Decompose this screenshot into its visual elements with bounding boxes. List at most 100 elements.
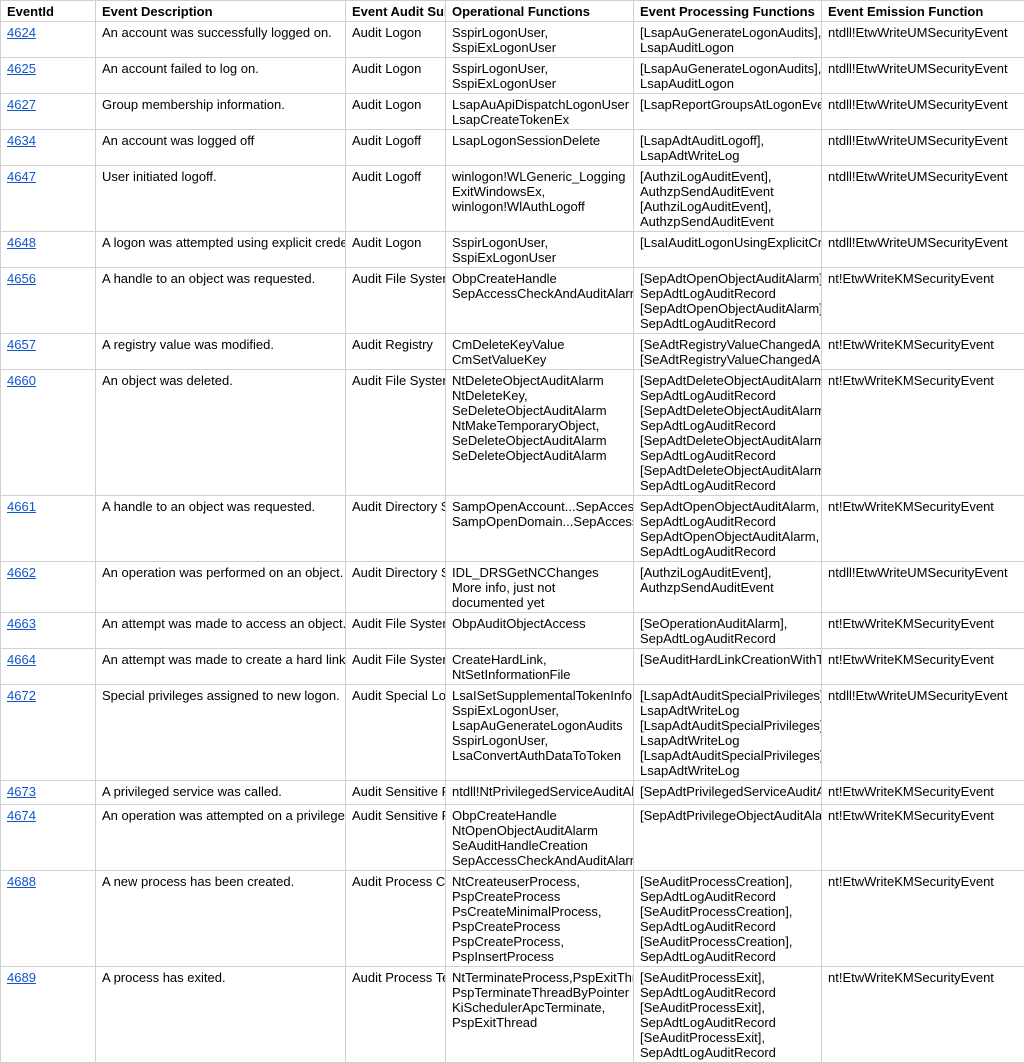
table-row: 4648 A logon was attempted using explicit… [1, 232, 1024, 268]
cell-subcategory: Audit Sensitive Privilege Use [346, 805, 446, 871]
eventid-link[interactable]: 4664 [7, 652, 36, 667]
cell-emission: ntdll!EtwWriteUMSecurityEvent [822, 22, 1024, 58]
cell-operational: ObpCreateHandle SepAccessCheckAndAuditAl… [446, 268, 634, 334]
cell-operational: winlogon!WLGeneric_Logging ExitWindowsEx… [446, 166, 634, 232]
cell-description: Group membership information. [96, 94, 346, 130]
cell-description: An object was deleted. [96, 370, 346, 496]
cell-operational: NtDeleteObjectAuditAlarm NtDeleteKey, Se… [446, 370, 634, 496]
cell-eventid: 4648 [1, 232, 96, 268]
eventid-link[interactable]: 4688 [7, 874, 36, 889]
cell-eventid: 4689 [1, 967, 96, 1063]
cell-subcategory: Audit File System [346, 649, 446, 685]
cell-description: A handle to an object was requested. [96, 496, 346, 562]
cell-emission: ntdll!EtwWriteUMSecurityEvent [822, 166, 1024, 232]
table-row: 4656 A handle to an object was requested.… [1, 268, 1024, 334]
eventid-link[interactable]: 4648 [7, 235, 36, 250]
cell-description: User initiated logoff. [96, 166, 346, 232]
cell-eventid: 4662 [1, 562, 96, 613]
cell-operational: IDL_DRSGetNCChanges More info, just not … [446, 562, 634, 613]
cell-subcategory: Audit Directory Service [346, 562, 446, 613]
cell-emission: ntdll!EtwWriteUMSecurityEvent [822, 58, 1024, 94]
cell-processing: [LsapAdtAuditSpecialPrivileges], LsapAdt… [634, 685, 822, 781]
cell-emission: ntdll!EtwWriteUMSecurityEvent [822, 685, 1024, 781]
cell-emission: ntdll!EtwWriteUMSecurityEvent [822, 130, 1024, 166]
cell-emission: nt!EtwWriteKMSecurityEvent [822, 967, 1024, 1063]
cell-processing: [SeAdtRegistryValueChangedAuditAlarm] [S… [634, 334, 822, 370]
cell-emission: nt!EtwWriteKMSecurityEvent [822, 649, 1024, 685]
cell-operational: ObpAuditObjectAccess [446, 613, 634, 649]
eventid-link[interactable]: 4689 [7, 970, 36, 985]
cell-subcategory: Audit Special Logon [346, 685, 446, 781]
cell-emission: nt!EtwWriteKMSecurityEvent [822, 334, 1024, 370]
cell-processing: SepAdtOpenObjectAuditAlarm, SepAdtLogAud… [634, 496, 822, 562]
cell-processing: [LsapAuGenerateLogonAudits], LsapAuditLo… [634, 58, 822, 94]
cell-processing: [LsaIAuditLogonUsingExplicitCreds] [634, 232, 822, 268]
cell-subcategory: Audit Logoff [346, 130, 446, 166]
cell-description: A logon was attempted using explicit cre… [96, 232, 346, 268]
header-sub: Event Audit Subcategory [346, 1, 446, 22]
table-row: 4662An operation was performed on an obj… [1, 562, 1024, 613]
table-row: 4672 Special privileges assigned to new l… [1, 685, 1024, 781]
cell-subcategory: Audit Logon [346, 94, 446, 130]
cell-eventid: 4661 [1, 496, 96, 562]
cell-subcategory: Audit Logon [346, 58, 446, 94]
eventid-link[interactable]: 4660 [7, 373, 36, 388]
cell-processing: [LsapReportGroupsAtLogonEvent] [634, 94, 822, 130]
table-row: 4624 An account was successfully logged o… [1, 22, 1024, 58]
table-row: 4647 User initiated logoff.Audit Logoffwi… [1, 166, 1024, 232]
cell-subcategory: Audit Sensitive Privilege Use [346, 781, 446, 805]
cell-subcategory: Audit Logon [346, 232, 446, 268]
cell-description: A new process has been created. [96, 871, 346, 967]
table-row: 4627 Group membership information.Audit L… [1, 94, 1024, 130]
header-op: Operational Functions [446, 1, 634, 22]
header-row: EventId Event Description Event Audit Su… [1, 1, 1024, 22]
eventid-link[interactable]: 4674 [7, 808, 36, 823]
eventid-link[interactable]: 4661 [7, 499, 36, 514]
cell-description: An account was successfully logged on. [96, 22, 346, 58]
cell-description: An attempt was made to access an object. [96, 613, 346, 649]
cell-subcategory: Audit Logon [346, 22, 446, 58]
cell-processing: [AuthziLogAuditEvent], AuthzpSendAuditEv… [634, 166, 822, 232]
cell-description: Special privileges assigned to new logon… [96, 685, 346, 781]
eventid-link[interactable]: 4672 [7, 688, 36, 703]
eventid-link[interactable]: 4627 [7, 97, 36, 112]
cell-subcategory: Audit File System [346, 613, 446, 649]
eventid-link[interactable]: 4656 [7, 271, 36, 286]
cell-operational: NtCreateuserProcess, PspCreateProcess Ps… [446, 871, 634, 967]
eventid-link[interactable]: 4657 [7, 337, 36, 352]
cell-subcategory: Audit Logoff [346, 166, 446, 232]
cell-subcategory: Audit File System [346, 268, 446, 334]
cell-emission: nt!EtwWriteKMSecurityEvent [822, 871, 1024, 967]
cell-eventid: 4663 [1, 613, 96, 649]
cell-subcategory: Audit Registry [346, 334, 446, 370]
header-emit: Event Emission Function [822, 1, 1024, 22]
cell-description: A handle to an object was requested. [96, 268, 346, 334]
cell-processing: [SepAdtOpenObjectAuditAlarm], SepAdtLogA… [634, 268, 822, 334]
cell-operational: LsapLogonSessionDelete [446, 130, 634, 166]
cell-description: An attempt was made to create a hard lin… [96, 649, 346, 685]
eventid-link[interactable]: 4625 [7, 61, 36, 76]
cell-processing: [SepAdtDeleteObjectAuditAlarm], SepAdtLo… [634, 370, 822, 496]
eventid-link[interactable]: 4662 [7, 565, 36, 580]
cell-operational: NtTerminateProcess,PspExitThread PspTerm… [446, 967, 634, 1063]
eventid-link[interactable]: 4673 [7, 784, 36, 799]
cell-operational: ntdll!NtPrivilegedServiceAuditAlarm [446, 781, 634, 805]
cell-description: An account was logged off [96, 130, 346, 166]
cell-description: A privileged service was called. [96, 781, 346, 805]
table-row: 4661 A handle to an object was requested.… [1, 496, 1024, 562]
cell-operational: CreateHardLink, NtSetInformationFile [446, 649, 634, 685]
cell-operational: SampOpenAccount...SepAccessCheckAndAudit… [446, 496, 634, 562]
cell-emission: nt!EtwWriteKMSecurityEvent [822, 496, 1024, 562]
table-row: 4688A new process has been created.Audit… [1, 871, 1024, 967]
eventid-link[interactable]: 4624 [7, 25, 36, 40]
cell-eventid: 4657 [1, 334, 96, 370]
cell-emission: nt!EtwWriteKMSecurityEvent [822, 805, 1024, 871]
header-proc: Event Processing Functions [634, 1, 822, 22]
eventid-link[interactable]: 4647 [7, 169, 36, 184]
eventid-link[interactable]: 4663 [7, 616, 36, 631]
cell-emission: nt!EtwWriteKMSecurityEvent [822, 781, 1024, 805]
eventid-link[interactable]: 4634 [7, 133, 36, 148]
cell-processing: [AuthziLogAuditEvent], AuthzpSendAuditEv… [634, 562, 822, 613]
cell-eventid: 4624 [1, 22, 96, 58]
cell-processing: [LsapAuGenerateLogonAudits], LsapAuditLo… [634, 22, 822, 58]
